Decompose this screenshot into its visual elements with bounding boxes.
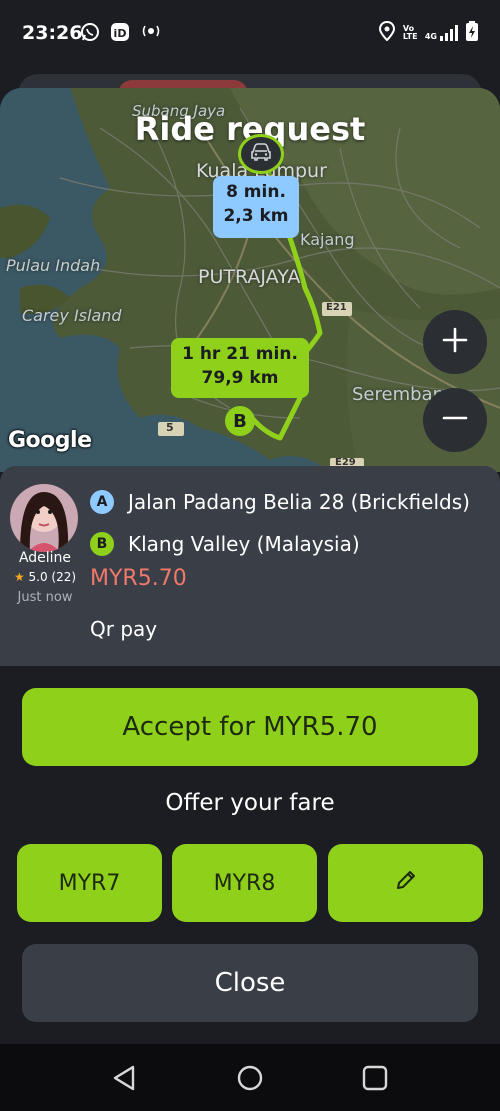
accept-button[interactable]: Accept for MYR5.70 <box>22 688 478 766</box>
fare-option-myr8-button[interactable]: MYR8 <box>172 844 317 922</box>
fare-option-myr7-button[interactable]: MYR7 <box>17 844 162 922</box>
map-label-putrajaya: PUTRAJAYA <box>198 266 301 288</box>
trip-eta-time: 1 hr 21 min. <box>182 344 298 364</box>
back-icon[interactable] <box>108 1062 140 1094</box>
zoom-out-button[interactable] <box>423 388 487 452</box>
4g-signal-icon: 4G <box>425 25 458 41</box>
whatsapp-icon <box>80 22 100 42</box>
dropoff-address-row: B Klang Valley (Malaysia) <box>90 532 360 556</box>
status-right-icons: Vo LTE 4G <box>378 20 478 45</box>
status-bar: 23:26 iD Vo LTE 4G <box>0 0 500 66</box>
indrive-icon: iD <box>110 22 130 42</box>
road-shield-5: 5 <box>166 421 174 434</box>
dropoff-marker-icon: B <box>90 532 114 556</box>
plus-icon <box>442 327 468 357</box>
location-icon <box>378 20 395 45</box>
destination-marker: B <box>225 406 255 436</box>
pickup-marker-icon: A <box>90 490 114 514</box>
pickup-eta-time: 8 min. <box>226 182 286 202</box>
minus-icon <box>442 405 468 435</box>
zoom-in-button[interactable] <box>423 310 487 374</box>
rider-rating: ★ 5.0 (22) <box>0 570 90 584</box>
ride-info-card: Adeline ★ 5.0 (22) Just now A Jalan Pada… <box>0 466 500 666</box>
recents-icon[interactable] <box>359 1062 391 1094</box>
rating-value: 5.0 (22) <box>28 570 77 584</box>
car-icon <box>249 142 273 166</box>
battery-icon <box>466 21 478 45</box>
pickup-eta-bubble: 8 min. 2,3 km <box>213 176 299 238</box>
dropoff-address: Klang Valley (Malaysia) <box>128 532 360 556</box>
driver-car-marker <box>238 134 284 174</box>
offer-fare-title: Offer your fare <box>165 790 335 816</box>
google-logo: Google <box>8 428 92 453</box>
fare-price: MYR5.70 <box>90 566 187 591</box>
payment-method: Qr pay <box>90 617 158 641</box>
map-label-kajang: Kajang <box>300 230 355 249</box>
close-button[interactable]: Close <box>22 944 478 1022</box>
custom-fare-button[interactable] <box>328 844 483 922</box>
pickup-address-row: A Jalan Padang Belia 28 (Brickfields) <box>90 490 470 514</box>
home-icon[interactable] <box>234 1062 266 1094</box>
location-broadcast-icon <box>140 22 162 42</box>
system-nav-bar <box>0 1044 500 1111</box>
pickup-eta-distance: 2,3 km <box>223 206 289 226</box>
pickup-address: Jalan Padang Belia 28 (Brickfields) <box>128 490 470 514</box>
route-map[interactable]: Subang Jaya Kuala Lumpur Pulau Indah Car… <box>0 88 500 472</box>
rider-name: Adeline <box>18 550 72 566</box>
star-icon: ★ <box>13 570 25 584</box>
avatar <box>10 484 78 552</box>
map-label-carey-island: Carey Island <box>22 306 122 325</box>
pencil-icon <box>395 869 417 897</box>
svg-text:iD: iD <box>114 27 127 40</box>
road-shield-e21: E21 <box>326 302 347 313</box>
request-time: Just now <box>17 590 73 605</box>
trip-eta-distance: 79,9 km <box>201 368 279 388</box>
volte-icon: Vo LTE <box>402 24 418 41</box>
map-label-pulau-indah: Pulau Indah <box>6 256 101 275</box>
status-time: 23:26 <box>22 22 83 44</box>
trip-eta-bubble: 1 hr 21 min. 79,9 km <box>171 338 309 398</box>
